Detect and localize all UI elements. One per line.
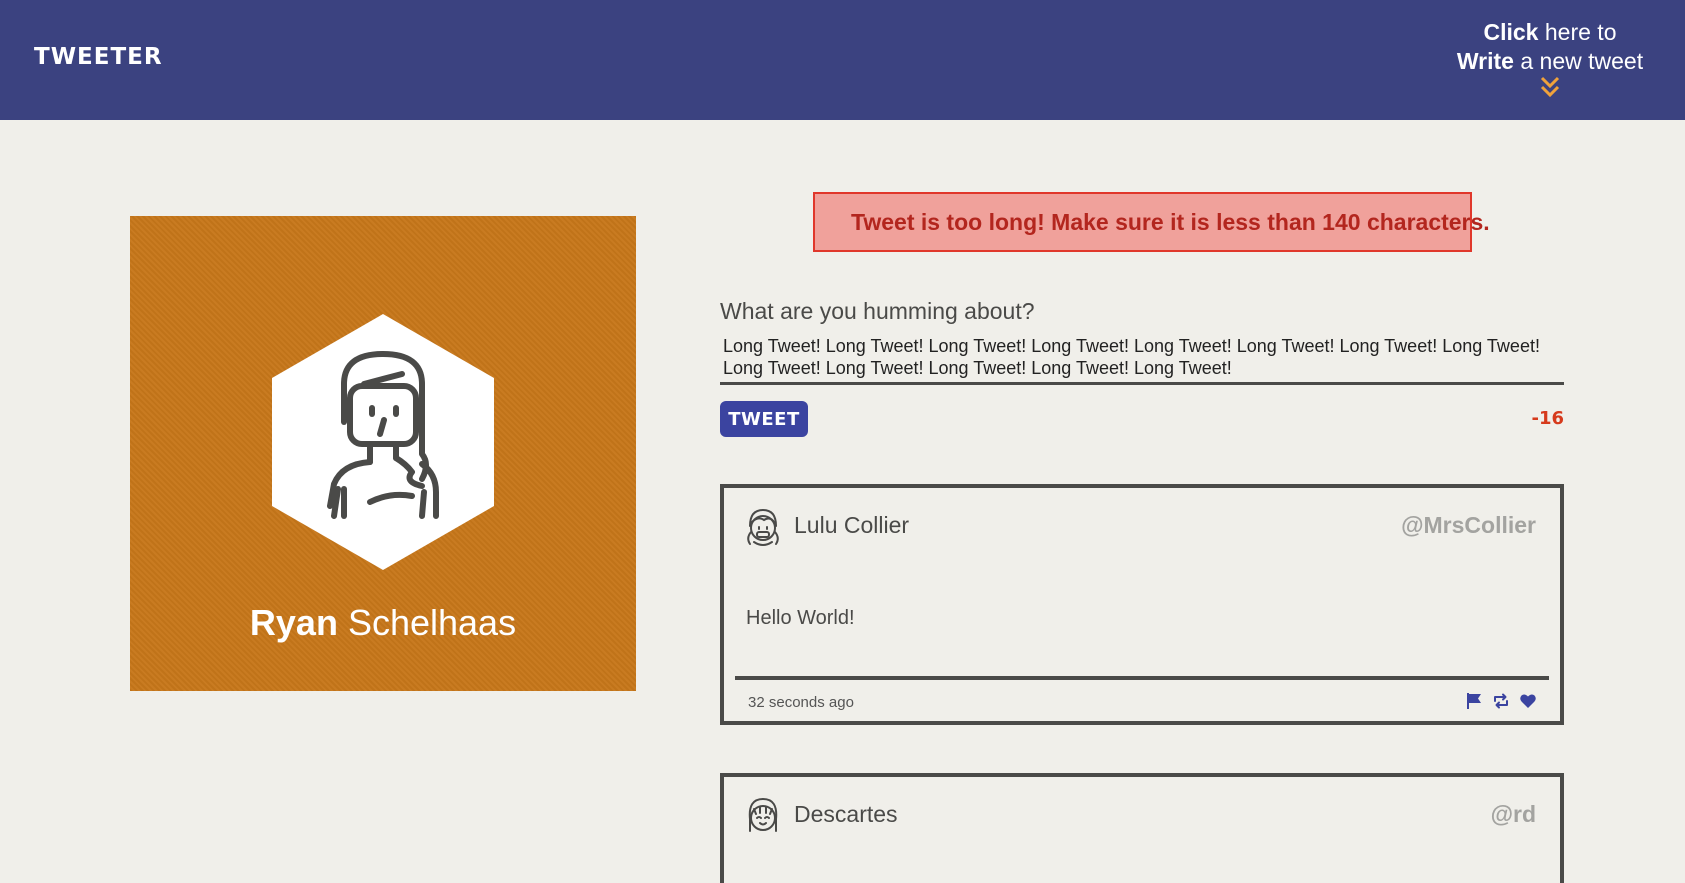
logo[interactable]: TWEETER	[34, 44, 163, 70]
tweet-header: Lulu Collier @MrsCollier	[724, 488, 1560, 558]
heart-icon[interactable]	[1519, 692, 1537, 710]
tweet-button[interactable]: TWEET	[720, 401, 808, 437]
compose-form: What are you humming about? Long Tweet! …	[720, 298, 1564, 437]
flag-icon[interactable]	[1465, 692, 1483, 710]
tweet-footer: 32 seconds ago	[735, 676, 1549, 724]
tweet-card: Lulu Collier @MrsCollier Hello World! 32…	[720, 484, 1564, 725]
tweet-author-name: Descartes	[794, 801, 898, 827]
error-message: Tweet is too long! Make sure it is less …	[813, 192, 1490, 252]
compose-toggle-line1: Click here to	[1483, 19, 1617, 45]
girl-avatar-icon	[748, 797, 778, 832]
tweet-card: Descartes @rd	[720, 773, 1564, 883]
profile-card: Ryan Schelhaas	[130, 216, 636, 691]
compose-toggle-line2: Write a new tweet	[1456, 48, 1644, 74]
tweet-body: Hello World!	[746, 607, 855, 629]
tweet-timestamp: 32 seconds ago	[748, 694, 854, 711]
tweet-author-name: Lulu Collier	[794, 512, 910, 538]
profile-name: Ryan Schelhaas	[249, 602, 517, 643]
error-text: Tweet is too long! Make sure it is less …	[851, 208, 1490, 235]
top-nav: TWEETER Click here to Write a new tweet	[0, 0, 1685, 120]
compose-bar: TWEET -16	[720, 401, 1564, 437]
woman-avatar-icon	[272, 314, 494, 570]
double-chevron-down-icon	[1540, 76, 1560, 98]
compose-toggle-button[interactable]: Click here to Write a new tweet	[1455, 18, 1645, 98]
tweet-header: Descartes @rd	[724, 777, 1560, 847]
tweet-author-handle: @rd	[1490, 801, 1536, 827]
character-counter: -16	[1531, 408, 1564, 429]
tweet-textarea[interactable]: Long Tweet! Long Tweet! Long Tweet! Long…	[720, 335, 1564, 385]
girl-avatar-icon	[747, 508, 779, 546]
retweet-icon[interactable]	[1492, 692, 1510, 710]
tweet-actions	[1465, 692, 1537, 710]
compose-label: What are you humming about?	[720, 298, 1035, 324]
tweet-author-handle: @MrsCollier	[1401, 512, 1536, 538]
